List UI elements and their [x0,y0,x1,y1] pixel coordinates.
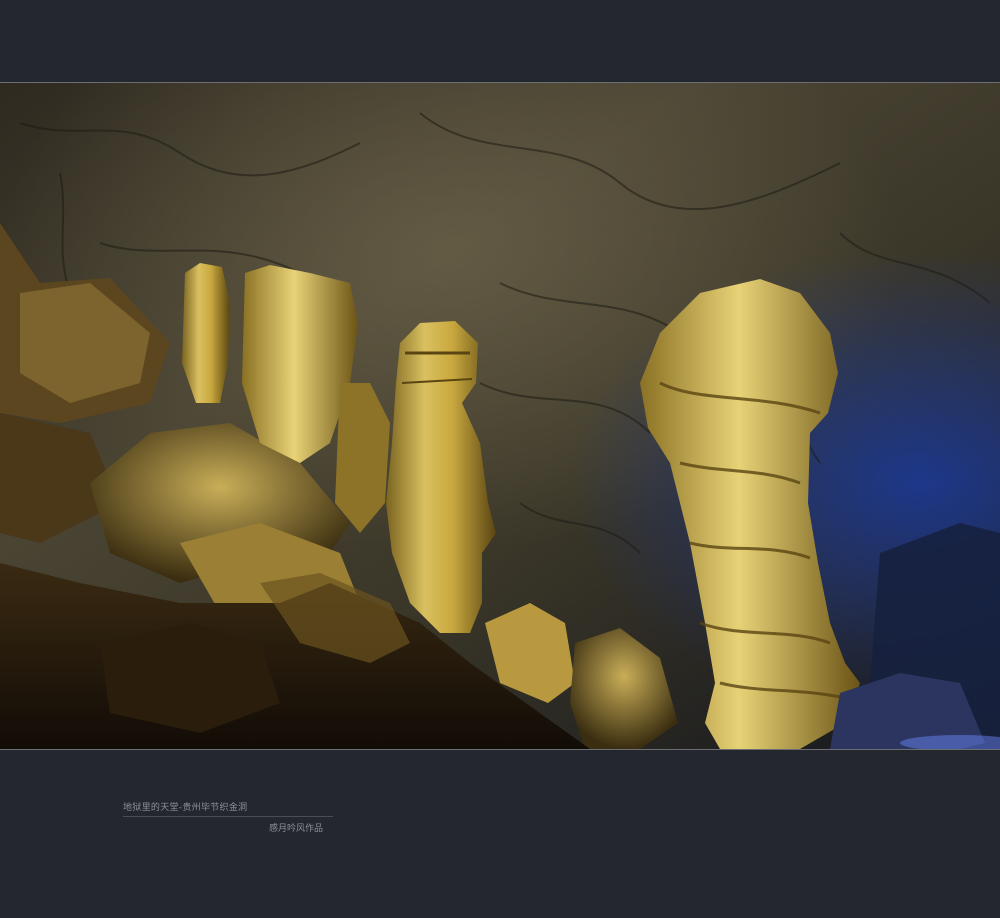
photo-author: 感月吟风作品 [268,824,323,834]
photo-frame [0,82,1000,750]
photo-title: 地狱里的天堂-贵州毕节织金洞 [123,800,333,817]
caption-block: 地狱里的天堂-贵州毕节织金洞 感月吟风作品 [123,800,333,834]
cave-photo [0,83,1000,749]
top-band [0,0,1000,82]
